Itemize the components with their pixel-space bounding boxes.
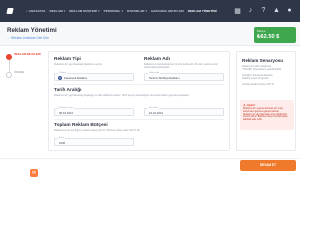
nav-label: RAPORLAR <box>127 9 145 13</box>
summary-line: Günlük ortalama bütçe 100 TL <box>242 83 275 86</box>
step-payment[interactable]: ÖDEME <box>6 70 42 89</box>
step-label: ÖDEME <box>14 70 25 74</box>
ad-summary-card: Reklam Senaryosu Reklamınız aktif olduğu… <box>236 51 296 151</box>
warning-title: Uyarı! <box>246 103 256 107</box>
nav-label: HARCAMA GRUPLARI <box>151 9 184 13</box>
field-label: Başlangıç Tarihi <box>58 107 75 109</box>
nav-label: REKLAM YÖNETİMİ <box>187 9 217 13</box>
date-range-help: Reklamınızın yayınlanacağı başlangıç ve … <box>54 94 190 97</box>
facebook-icon: f <box>58 76 62 80</box>
warning-text: Reklamınızın yayına alınması için onay s… <box>243 108 288 122</box>
nav-item-raporlar[interactable]: RAPORLAR ▾ <box>127 9 147 13</box>
graduation-icon[interactable]: ▲ <box>272 6 281 15</box>
chevron-down-icon: ▾ <box>121 9 124 13</box>
ad-form-card: Reklam Tipi Reklamınızın yayınlanacağı p… <box>48 51 230 151</box>
nav-label: REKLAM MÜŞTERİ <box>69 9 98 13</box>
ad-name-input[interactable]: Reklam Adı Tanıtım Mobilya Reklamı <box>144 72 224 81</box>
nav-label: REKLAM <box>49 9 63 13</box>
nav-item-home[interactable]: ⌂ ANASAYFA <box>26 9 46 13</box>
ad-type-select[interactable]: Platform f Facebook Reklamı <box>54 72 134 81</box>
divider <box>54 119 224 120</box>
field-label: Bitiş Tarihi <box>148 107 160 109</box>
field-value: Tanıtım Mobilya Reklamı <box>149 76 180 81</box>
warning-header: ⚠ Uyarı! <box>243 103 255 107</box>
field-label: Reklam Adı <box>148 72 161 74</box>
ad-type-title: Reklam Tipi <box>54 57 81 62</box>
warning-box: ⚠ Uyarı! Reklamınızın yayına alınması iç… <box>240 100 294 130</box>
grid-icon[interactable]: ▦ <box>233 6 242 15</box>
balance-card: Bakiye ₺62.50 $ <box>254 27 296 43</box>
field-label: Bütçe <box>58 137 66 139</box>
field-value: 1000 <box>59 141 66 146</box>
balance-value: ₺62.50 $ <box>257 34 280 40</box>
step-ad-info[interactable]: REKLAM BİLGİLERİ <box>6 52 42 74</box>
budget-title: Toplam Reklam Bütçesi <box>54 123 108 128</box>
navbar-icons: ▦ ♪ ? ▲ ● <box>233 6 294 15</box>
main-nav: ⌂ ANASAYFA REKLAM ▾ REKLAM MÜŞTERİ ▾ PER… <box>26 7 217 15</box>
field-value: Facebook Reklamı <box>64 76 88 81</box>
balance-label: Bakiye <box>257 29 266 33</box>
field-value: 16.10.2021 <box>149 111 163 116</box>
warning-icon: ⚠ <box>243 103 246 107</box>
chevron-down-icon: ▾ <box>63 9 66 13</box>
continue-button[interactable]: DEVAM ET <box>240 160 296 171</box>
field-label: Platform <box>58 72 68 74</box>
nav-item-reklam-musteri[interactable]: REKLAM MÜŞTERİ ▾ <box>69 9 99 13</box>
home-icon: ⌂ <box>26 9 28 13</box>
start-date-input[interactable]: Başlangıç Tarihi 06.10.2021 <box>54 107 134 116</box>
nav-item-reklam[interactable]: REKLAM ▾ <box>50 9 66 13</box>
back-to-list-link[interactable]: ← Reklam Listesine Geri Dön <box>7 36 49 40</box>
step-label: REKLAM BİLGİLERİ <box>14 52 41 56</box>
top-navbar: ⌂ ANASAYFA REKLAM ▾ REKLAM MÜŞTERİ ▾ PER… <box>0 0 300 22</box>
budget-input[interactable]: Bütçe 1000 <box>54 137 134 146</box>
bell-icon[interactable]: ♪ <box>246 6 255 15</box>
progress-stepper: REKLAM BİLGİLERİ ÖDEME <box>6 52 42 113</box>
help-icon[interactable]: ? <box>259 6 268 15</box>
summary-line: Reklam süresi 10 gündür. <box>242 77 270 80</box>
nav-item-personel[interactable]: PERSONEL ▾ <box>104 9 123 13</box>
budget-help: Reklamınız için ayırdığınız toplam bütçe… <box>54 129 141 132</box>
chat-icon[interactable]: ✉ <box>30 169 38 177</box>
nav-label: PERSONEL <box>103 9 121 13</box>
field-value: 06.10.2021 <box>59 111 73 116</box>
brand-logo[interactable] <box>6 7 25 14</box>
page-title: Reklam Yönetimi <box>7 27 57 34</box>
step-inactive-dot <box>6 72 12 78</box>
nav-item-reklam-yonetimi[interactable]: REKLAM YÖNETİMİ <box>188 9 217 13</box>
summary-title: Reklam Senaryosu <box>242 58 284 63</box>
ad-name-help: Reklamınızı tanımlamak için bir isim bel… <box>144 63 218 69</box>
logo-mark-icon <box>6 7 14 14</box>
summary-line: "TASARI" hizmetinden yararlanılabilir. <box>242 68 282 71</box>
footer-divider <box>0 158 300 159</box>
nav-label: ANASAYFA <box>28 9 46 13</box>
date-range-title: Tarih Aralığı <box>54 88 82 93</box>
ad-type-help: Reklamınızın yayınlanacağı platformu seç… <box>54 63 103 66</box>
ad-name-title: Reklam Adı <box>144 57 170 62</box>
nav-item-harcama-gruplari[interactable]: HARCAMA GRUPLARI <box>151 9 184 13</box>
chevron-down-icon: ▾ <box>98 9 100 13</box>
user-icon[interactable]: ● <box>285 6 294 15</box>
end-date-input[interactable]: Bitiş Tarihi 16.10.2021 <box>144 107 224 116</box>
chevron-down-icon: ▾ <box>145 9 148 13</box>
divider <box>54 84 224 85</box>
